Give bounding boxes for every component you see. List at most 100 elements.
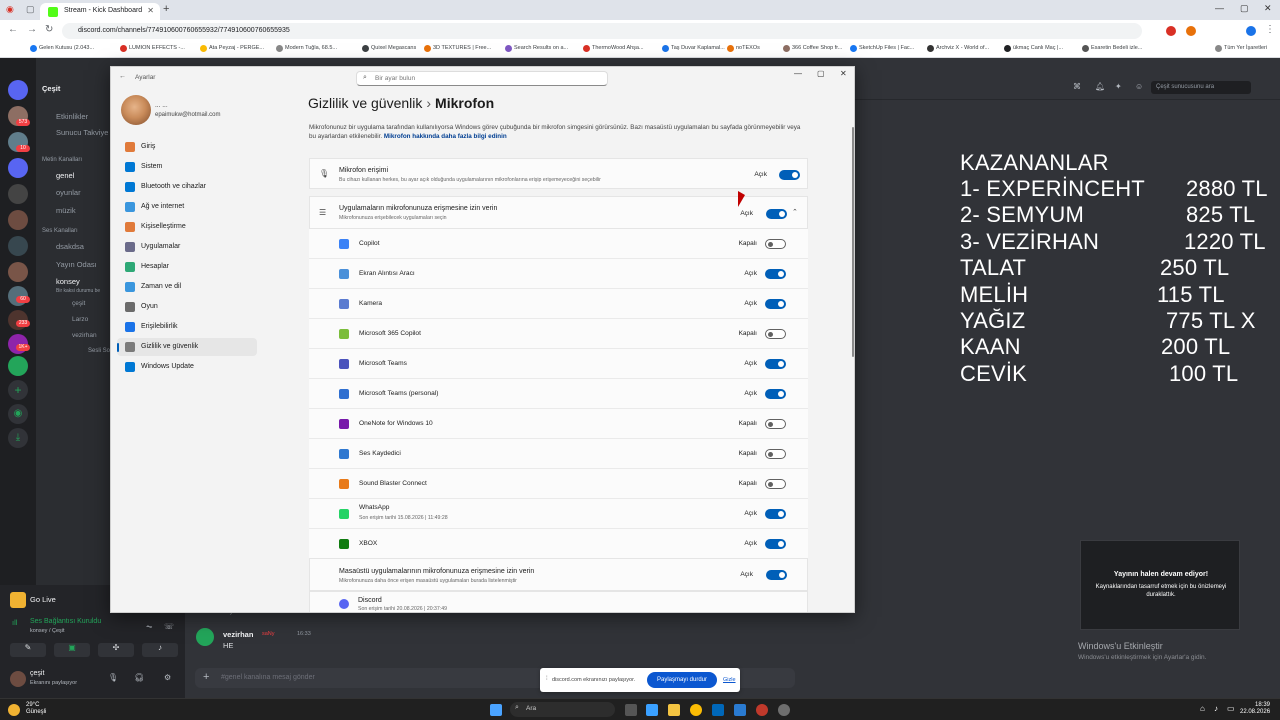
settings-gear-icon[interactable]: ⚙ — [164, 673, 171, 682]
file-explorer-icon[interactable] — [668, 704, 680, 716]
bookmark-item[interactable]: Gelen Kutusu (2.043... — [30, 45, 94, 52]
maximize-icon[interactable]: ▢ — [1240, 3, 1249, 14]
desktop-access-toggle[interactable] — [766, 570, 787, 580]
forward-icon[interactable]: → — [27, 24, 37, 35]
desktop-access-row[interactable]: Masaüstü uygulamalarının mikrofonunuza e… — [309, 558, 808, 591]
voice-connected-text[interactable]: Ses Bağlantısı Kuruldu — [30, 618, 101, 625]
nav-item[interactable]: Ağ ve internet — [117, 198, 257, 216]
settings-search-input[interactable]: ⌕ Bir ayar bulun — [356, 71, 608, 86]
server-icon[interactable] — [8, 210, 28, 230]
nav-item[interactable]: Giriş — [117, 138, 257, 156]
breadcrumb-parent[interactable]: Gizlilik ve güvenlik — [308, 95, 422, 111]
bookmark-item[interactable]: Quixel Megascans — [362, 45, 416, 52]
attach-icon[interactable]: + — [203, 671, 209, 683]
mail-icon[interactable] — [734, 704, 746, 716]
app-toggle[interactable] — [765, 449, 786, 459]
voice-channels-header[interactable]: Ses Kanalları — [42, 228, 78, 234]
volume-icon[interactable]: ♪ — [1214, 704, 1218, 713]
taskbar-search[interactable]: ⌕ Ara — [510, 702, 615, 717]
nav-item[interactable]: Zaman ve dil — [117, 278, 257, 296]
members-icon[interactable]: ☺ — [1135, 82, 1143, 91]
bookmark-item[interactable]: SketchUp Files | Fac... — [850, 45, 914, 52]
extension-icon[interactable] — [1166, 26, 1176, 36]
app-toggle[interactable] — [765, 419, 786, 429]
bookmark-item[interactable]: Archviz X - World of... — [927, 45, 989, 52]
discord-home-icon[interactable] — [8, 80, 28, 100]
extension-icon[interactable] — [1186, 26, 1196, 36]
server-icon[interactable] — [8, 184, 28, 204]
mic-access-row[interactable]: 🎙︎ Mikrofon erişimi Bu cihazı kullanan h… — [309, 158, 808, 189]
store-icon[interactable] — [712, 704, 724, 716]
reload-icon[interactable]: ↻ — [45, 24, 53, 35]
app-toggle[interactable] — [765, 389, 786, 399]
record-icon[interactable]: ◉ — [6, 4, 14, 15]
battery-icon[interactable]: ▭ — [1227, 704, 1235, 713]
app-icon[interactable] — [756, 704, 768, 716]
bookmark-item[interactable]: noTEXOs — [727, 45, 760, 52]
stop-sharing-button[interactable]: Paylaşmayı durdur — [647, 672, 717, 688]
chrome-icon[interactable] — [690, 704, 702, 716]
channel-server-boost[interactable]: Sunucu Takviye — [56, 128, 108, 137]
threads-icon[interactable]: ⌘ — [1073, 82, 1081, 91]
close-window-icon[interactable]: ✕ — [1264, 3, 1272, 14]
text-channels-header[interactable]: Metin Kanalları — [42, 157, 82, 163]
bookmark-item[interactable]: Modern Tuğla, 68.5... — [276, 45, 337, 52]
avatar[interactable] — [196, 628, 214, 646]
app-access-toggle[interactable] — [766, 209, 787, 219]
hide-button[interactable]: Gizle — [723, 677, 736, 683]
learn-more-link[interactable]: Mikrofon hakkında daha fazla bilgi edini… — [384, 133, 507, 140]
go-live-button[interactable]: Go Live — [30, 595, 56, 604]
activities-button[interactable]: ✣ — [98, 643, 134, 657]
bell-icon[interactable]: 🔔︎ — [1095, 82, 1105, 91]
taskbar-clock[interactable]: 18:39 22.08.2026 — [1240, 702, 1270, 716]
close-icon[interactable]: ✕ — [840, 69, 847, 78]
server-icon[interactable] — [8, 262, 28, 282]
drag-handle-icon[interactable]: ⁞ — [546, 676, 548, 682]
bookmark-item[interactable]: 3D TEXTURES | Free... — [424, 45, 491, 52]
channel-genel[interactable]: genel — [56, 171, 74, 180]
voice-channel-konsey[interactable]: konsey — [56, 277, 80, 286]
voice-channel-yayin[interactable]: Yayın Odası — [56, 260, 97, 269]
weather-icon[interactable] — [8, 704, 20, 716]
task-view-icon[interactable] — [625, 704, 637, 716]
new-tab-button[interactable]: + — [163, 3, 169, 15]
settings-gear-icon[interactable] — [778, 704, 790, 716]
chevron-up-icon[interactable]: ⌃ — [792, 208, 798, 216]
channel-events[interactable]: Etkinlikler — [56, 112, 88, 121]
bookmark-item[interactable]: Esaretin Bedeli izle... — [1082, 45, 1142, 52]
app-toggle[interactable] — [765, 509, 786, 519]
bookmark-item[interactable]: Taş Duvar Kaplamal... — [662, 45, 725, 52]
nav-item[interactable]: Gizlilik ve güvenlik — [117, 338, 257, 356]
voice-user[interactable]: vezirhan — [72, 332, 97, 339]
app-toggle[interactable] — [765, 269, 786, 279]
copilot-icon[interactable] — [646, 704, 658, 716]
app-toggle[interactable] — [765, 329, 786, 339]
network-icon[interactable]: ⌂ — [1200, 704, 1205, 713]
disconnect-icon[interactable]: ☏ — [164, 622, 174, 631]
start-icon[interactable] — [490, 704, 502, 716]
nav-item[interactable]: Oyun — [117, 298, 257, 316]
mute-icon[interactable]: 🎙︎ — [108, 673, 118, 682]
app-toggle[interactable] — [765, 539, 786, 549]
minimize-icon[interactable]: — — [794, 69, 802, 78]
nav-item[interactable]: Bluetooth ve cihazlar — [117, 178, 257, 196]
bookmark-item[interactable]: Search Results on a... — [505, 45, 568, 52]
bookmark-item[interactable]: 366 Coffee Shop fr... — [783, 45, 842, 52]
account-avatar[interactable] — [121, 95, 151, 125]
back-icon[interactable]: ← — [119, 73, 126, 80]
app-toggle[interactable] — [765, 299, 786, 309]
menu-icon[interactable]: ⋮ — [1265, 24, 1275, 35]
bookmark-item[interactable]: LUMION EFFECTS -... — [120, 45, 185, 52]
camera-button[interactable]: ✎ — [10, 643, 46, 657]
app-toggle[interactable] — [765, 359, 786, 369]
server-name[interactable]: Çeşit — [42, 84, 60, 93]
app-access-row[interactable]: ☰ Uygulamaların mikrofonunuza erişmesine… — [309, 196, 808, 229]
server-icon[interactable] — [8, 236, 28, 256]
bookmark-item[interactable]: ükmaç Canlı Maç |... — [1004, 45, 1063, 52]
tab-kick-dashboard[interactable]: Stream - Kick Dashboard ✕ — [40, 3, 160, 20]
avatar[interactable] — [10, 671, 26, 687]
current-user-name[interactable]: çeşit — [30, 670, 44, 677]
back-icon[interactable]: ← — [8, 24, 18, 35]
weather-widget[interactable]: 29°C Güneşli — [26, 702, 46, 716]
profile-avatar[interactable] — [1246, 26, 1256, 36]
